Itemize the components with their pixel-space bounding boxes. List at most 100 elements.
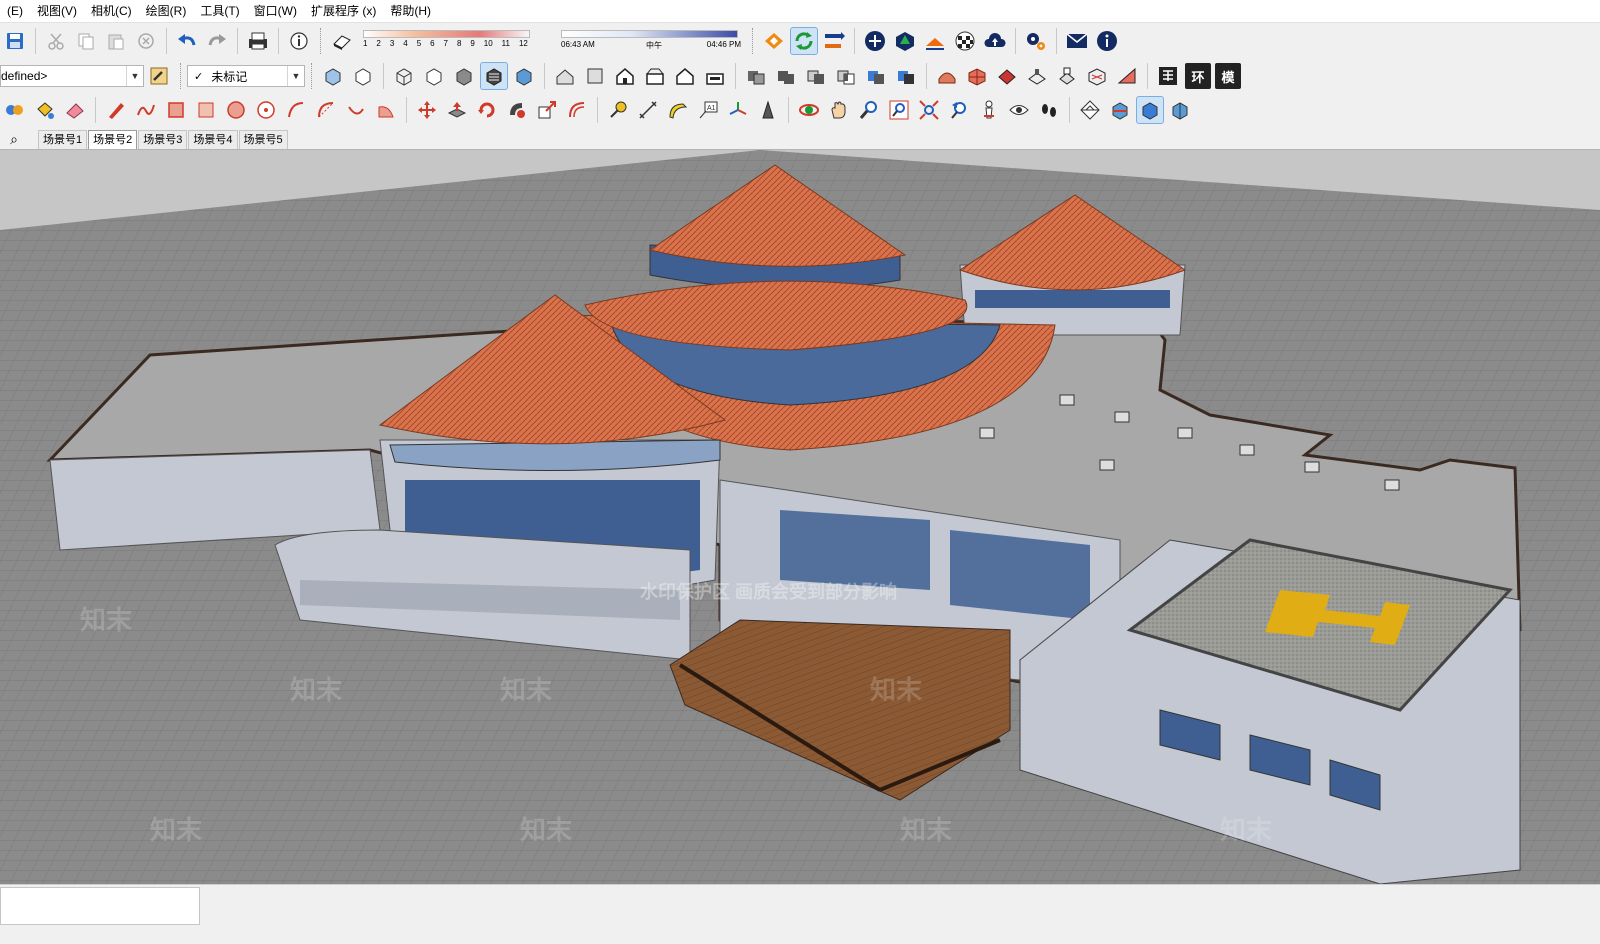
menu-extensions[interactable]: 扩展程序 (x) <box>304 0 383 22</box>
dimension-button[interactable] <box>635 97 661 123</box>
menu-draw[interactable]: 绘图(R) <box>139 0 194 22</box>
add-detail-button[interactable] <box>1084 63 1110 89</box>
undo-button[interactable] <box>174 28 200 54</box>
stamp-button[interactable] <box>1024 63 1050 89</box>
sandbox-contours-button[interactable] <box>934 63 960 89</box>
drape-button[interactable] <box>1054 63 1080 89</box>
cloud-upload-button[interactable] <box>982 28 1008 54</box>
pie-button[interactable] <box>373 97 399 123</box>
redo-button[interactable] <box>204 28 230 54</box>
shadows-toggle-button[interactable] <box>329 28 355 54</box>
text-button[interactable]: A1 <box>695 97 721 123</box>
add-location-button[interactable] <box>862 28 888 54</box>
scale-button[interactable] <box>534 97 560 123</box>
zoom-extents-button[interactable] <box>916 97 942 123</box>
model-viewport[interactable]: 水印保护区 画质会受到部分影响 知末 知末 知末 知末 知末 知末 知末 知末 <box>0 150 1600 884</box>
rectangle-button[interactable] <box>163 97 189 123</box>
help-info-button[interactable] <box>1094 28 1120 54</box>
toolbar-grip[interactable] <box>311 63 315 89</box>
menu-help[interactable]: 帮助(H) <box>383 0 438 22</box>
trim-button[interactable] <box>863 63 889 89</box>
scene-tab[interactable]: 场景号4 <box>188 130 238 149</box>
textures-button[interactable] <box>952 28 978 54</box>
push-pull-button[interactable] <box>444 97 470 123</box>
menu-window[interactable]: 窗口(W) <box>247 0 304 22</box>
flip-edge-button[interactable] <box>1114 63 1140 89</box>
rotate-button[interactable] <box>474 97 500 123</box>
monochrome-button[interactable] <box>511 63 537 89</box>
toolbar-grip[interactable] <box>320 28 324 54</box>
shaded-button[interactable] <box>451 63 477 89</box>
menu-tools[interactable]: 工具(T) <box>193 0 246 22</box>
paint-bucket-button[interactable] <box>32 97 58 123</box>
copy-button[interactable] <box>73 28 99 54</box>
menu-edit[interactable]: (E) <box>0 0 30 22</box>
back-view-button[interactable] <box>672 63 698 89</box>
look-around-button[interactable] <box>1006 97 1032 123</box>
zoom-window-button[interactable] <box>886 97 912 123</box>
plugin-grid-button[interactable] <box>1155 63 1181 89</box>
arc-2pt-button[interactable] <box>313 97 339 123</box>
left-view-button[interactable] <box>702 63 728 89</box>
3d-text-button[interactable] <box>755 97 781 123</box>
section-cuts-button[interactable] <box>1136 96 1164 124</box>
position-camera-button[interactable] <box>976 97 1002 123</box>
tag-combo[interactable]: ✓ 未标记 ▼ <box>187 65 305 87</box>
protractor-button[interactable] <box>665 97 691 123</box>
offset-button[interactable] <box>564 97 590 123</box>
preferences-button[interactable] <box>1023 28 1049 54</box>
layer-combo[interactable]: defined> ▼ <box>0 65 144 87</box>
move-button[interactable] <box>414 97 440 123</box>
arc-3pt-button[interactable] <box>343 97 369 123</box>
scene-tab-active[interactable]: 场景号2 <box>88 130 138 149</box>
arc-button[interactable] <box>283 97 309 123</box>
rotated-rect-button[interactable] <box>193 97 219 123</box>
section-fill-button[interactable] <box>1167 97 1193 123</box>
orbit-button[interactable] <box>796 97 822 123</box>
section-display-button[interactable] <box>1107 97 1133 123</box>
plugin-mo-button[interactable]: 模 <box>1215 63 1241 89</box>
time-slider[interactable]: 06:43 AM 中午 04:46 PM <box>561 26 741 56</box>
tape-measure-button[interactable] <box>605 97 631 123</box>
month-slider[interactable]: 1 2 3 4 5 6 7 8 9 10 11 12 <box>361 26 531 56</box>
axes-button[interactable] <box>725 97 751 123</box>
freehand-button[interactable] <box>133 97 159 123</box>
right-view-button[interactable] <box>642 63 668 89</box>
top-view-button[interactable] <box>582 63 608 89</box>
save-button[interactable] <box>2 28 28 54</box>
pan-button[interactable] <box>826 97 852 123</box>
paste-button[interactable] <box>103 28 129 54</box>
wireframe-button[interactable] <box>391 63 417 89</box>
sync-button[interactable] <box>790 27 818 55</box>
sandbox-scratch-button[interactable] <box>964 63 990 89</box>
components-button[interactable] <box>2 97 28 123</box>
toolbar-grip[interactable] <box>752 28 756 54</box>
hidden-line-button[interactable] <box>421 63 447 89</box>
section-plane-button[interactable] <box>1077 97 1103 123</box>
polygon-button[interactable] <box>253 97 279 123</box>
smoove-button[interactable] <box>994 63 1020 89</box>
front-view-button[interactable] <box>612 63 638 89</box>
photo-textures-button[interactable] <box>922 28 948 54</box>
extension-warehouse-button[interactable] <box>761 28 787 54</box>
print-button[interactable] <box>245 28 271 54</box>
xray-button[interactable] <box>320 63 346 89</box>
circle-button[interactable] <box>223 97 249 123</box>
zoom-button[interactable] <box>856 97 882 123</box>
subtract-button[interactable] <box>803 63 829 89</box>
follow-me-button[interactable] <box>504 97 530 123</box>
scene-tab[interactable]: 场景号5 <box>238 130 288 149</box>
union-button[interactable] <box>773 63 799 89</box>
menu-camera[interactable]: 相机(C) <box>84 0 139 22</box>
scene-tab[interactable]: 场景号1 <box>38 130 88 149</box>
cut-button[interactable] <box>43 28 69 54</box>
outer-shell-button[interactable] <box>743 63 769 89</box>
previous-view-button[interactable] <box>946 97 972 123</box>
walk-button[interactable] <box>1036 97 1062 123</box>
model-info-button[interactable] <box>286 28 312 54</box>
intersect-button[interactable] <box>833 63 859 89</box>
plugin-huan-button[interactable]: 环 <box>1185 63 1211 89</box>
toolbar-grip[interactable] <box>180 63 184 89</box>
back-edges-button[interactable] <box>350 63 376 89</box>
search-icon[interactable]: ⌕ <box>0 129 28 149</box>
